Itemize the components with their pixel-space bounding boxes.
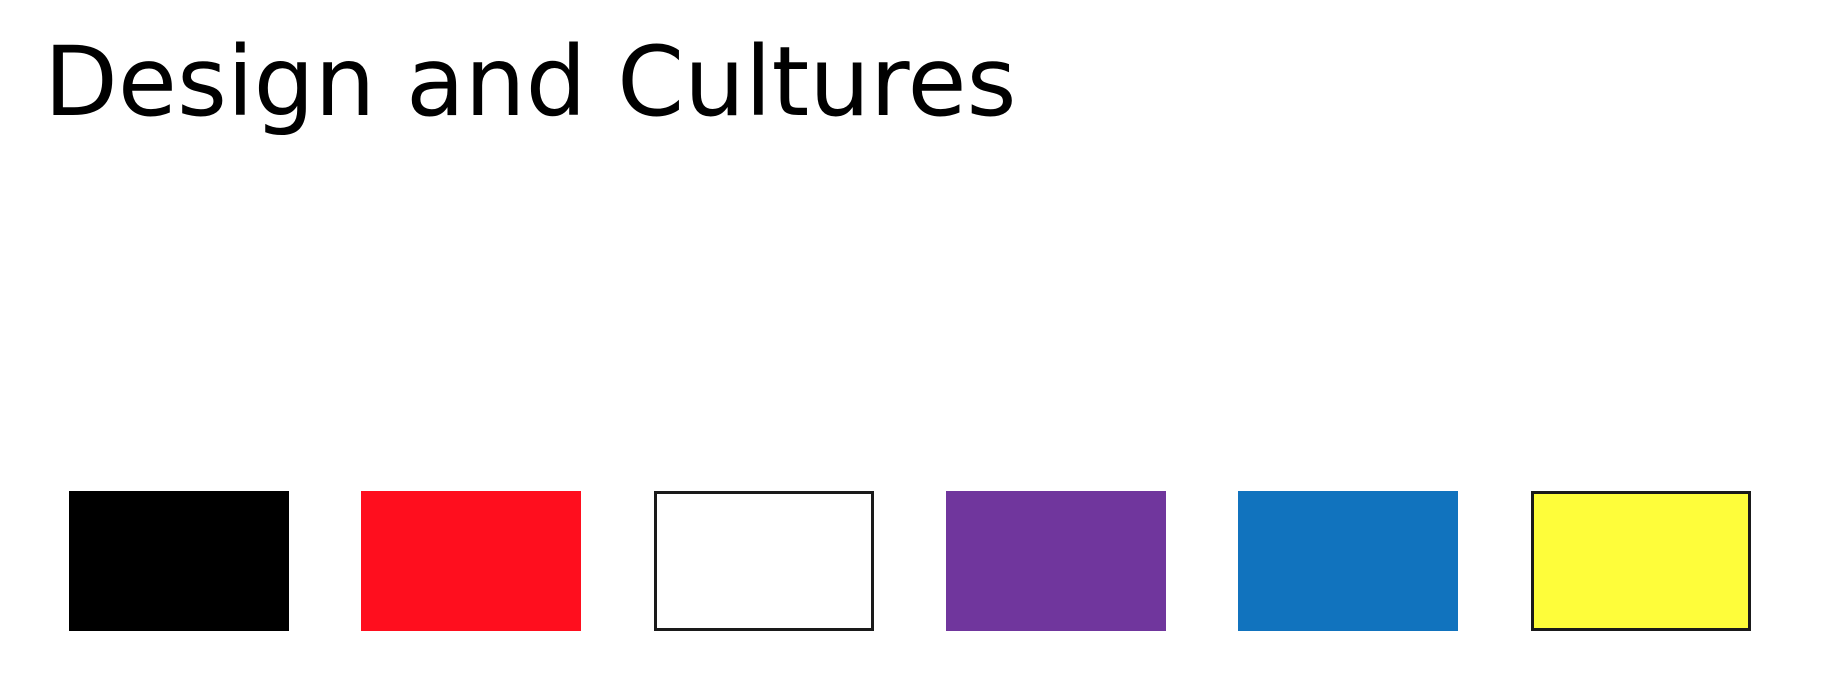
color-swatch-blue [1238, 491, 1458, 631]
color-swatch-black [69, 491, 289, 631]
color-swatch-red [361, 491, 581, 631]
slide: Design and Cultures [0, 0, 1844, 698]
color-swatch-white [654, 491, 874, 631]
color-swatch-yellow [1531, 491, 1751, 631]
color-swatch-purple [946, 491, 1166, 631]
color-swatch-row [0, 0, 1844, 698]
